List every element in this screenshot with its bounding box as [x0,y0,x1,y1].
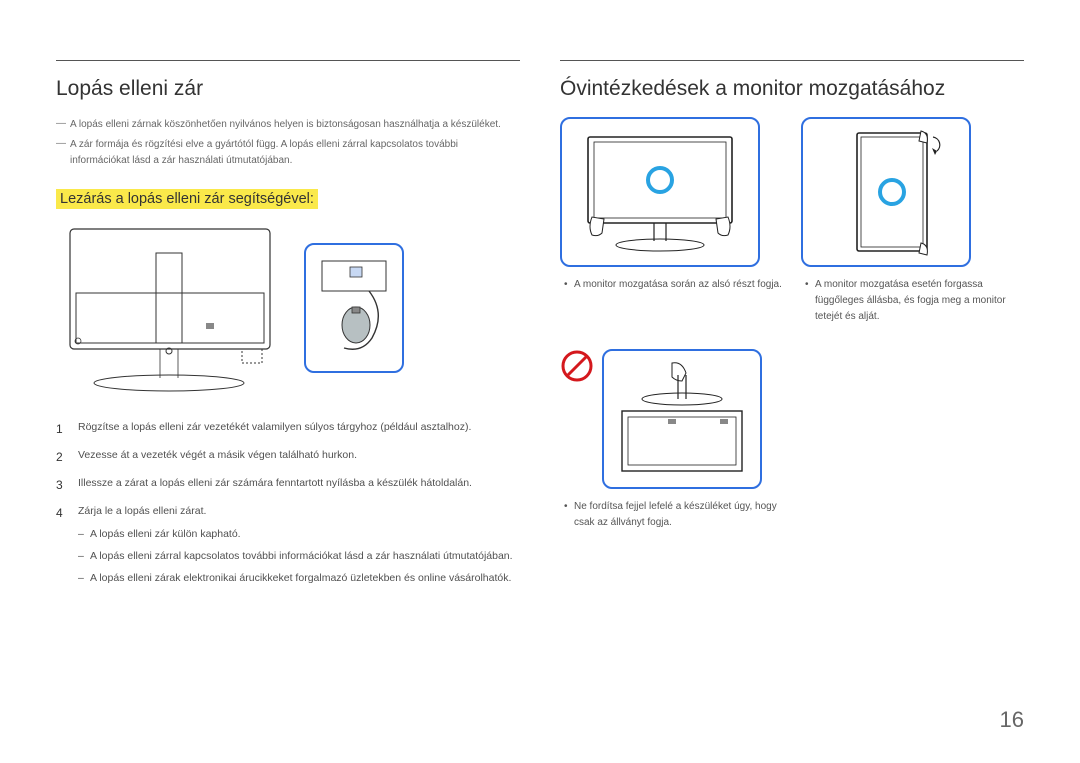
substep-item: A lopás elleni zárral kapcsolatos tovább… [78,548,520,566]
precaution-col: A monitor mozgatása során az alsó részt … [560,117,783,329]
left-subheading: Lezárás a lopás elleni zár segítségével: [56,189,318,209]
precaution-row-1: A monitor mozgatása során az alsó részt … [560,117,1024,329]
left-notes: A lopás elleni zárnak köszönhetően nyilv… [56,117,520,169]
lock-detail-box [304,243,404,373]
rotate-hold-box [801,117,971,267]
monitor-back-illustration [56,223,286,393]
lock-detail-illustration [314,253,394,363]
hold-bottom-box [560,117,760,267]
upside-down-illustration [612,359,752,479]
prohibition-icon [560,349,594,383]
note-item: A zár formája és rögzítési elve a gyártó… [56,137,520,169]
precaution-col: A monitor mozgatása esetén forgassa függ… [801,117,1024,329]
bullet-item: A monitor mozgatása esetén forgassa függ… [801,277,1024,325]
note-item: A lopás elleni zárnak köszönhetően nyilv… [56,117,520,133]
precaution-text: Ne fordítsa fejjel lefelé a készüléket ú… [560,499,783,531]
left-heading: Lopás elleni zár [56,77,520,101]
step-item: Vezesse át a vezeték végét a másik végen… [56,447,520,465]
substep-item: A lopás elleni zárak elektronikai árucik… [78,570,520,588]
precaution-text: A monitor mozgatása során az alsó részt … [560,277,783,293]
step-item: Rögzítse a lopás elleni zár vezetékét va… [56,419,520,437]
step-item: Illessze a zárat a lopás elleni zár szám… [56,475,520,493]
substep-item: A lopás elleni zár külön kapható. [78,526,520,544]
page-number: 16 [1000,707,1024,733]
illustration-row [56,223,520,393]
upside-down-box [602,349,762,489]
step-text: Zárja le a lopás elleni zárat. [78,505,206,517]
hold-bottom-illustration [570,127,750,257]
step-item: Zárja le a lopás elleni zárat. A lopás e… [56,503,520,588]
right-heading: Óvintézkedések a monitor mozgatásához [560,77,1024,101]
steps-list: Rögzítse a lopás elleni zár vezetékét va… [56,419,520,588]
rotate-hold-illustration [811,127,961,257]
bullet-item: Ne fordítsa fejjel lefelé a készüléket ú… [560,499,783,531]
precaution-col: Ne fordítsa fejjel lefelé a készüléket ú… [560,349,783,535]
bullet-item: A monitor mozgatása során az alsó részt … [560,277,783,293]
right-column: Óvintézkedések a monitor mozgatásához [560,60,1024,598]
precaution-row-2: Ne fordítsa fejjel lefelé a készüléket ú… [560,349,1024,535]
left-column: Lopás elleni zár A lopás elleni zárnak k… [56,60,520,598]
precaution-text: A monitor mozgatása esetén forgassa függ… [801,277,1024,325]
substeps-list: A lopás elleni zár külön kapható. A lopá… [78,526,520,588]
